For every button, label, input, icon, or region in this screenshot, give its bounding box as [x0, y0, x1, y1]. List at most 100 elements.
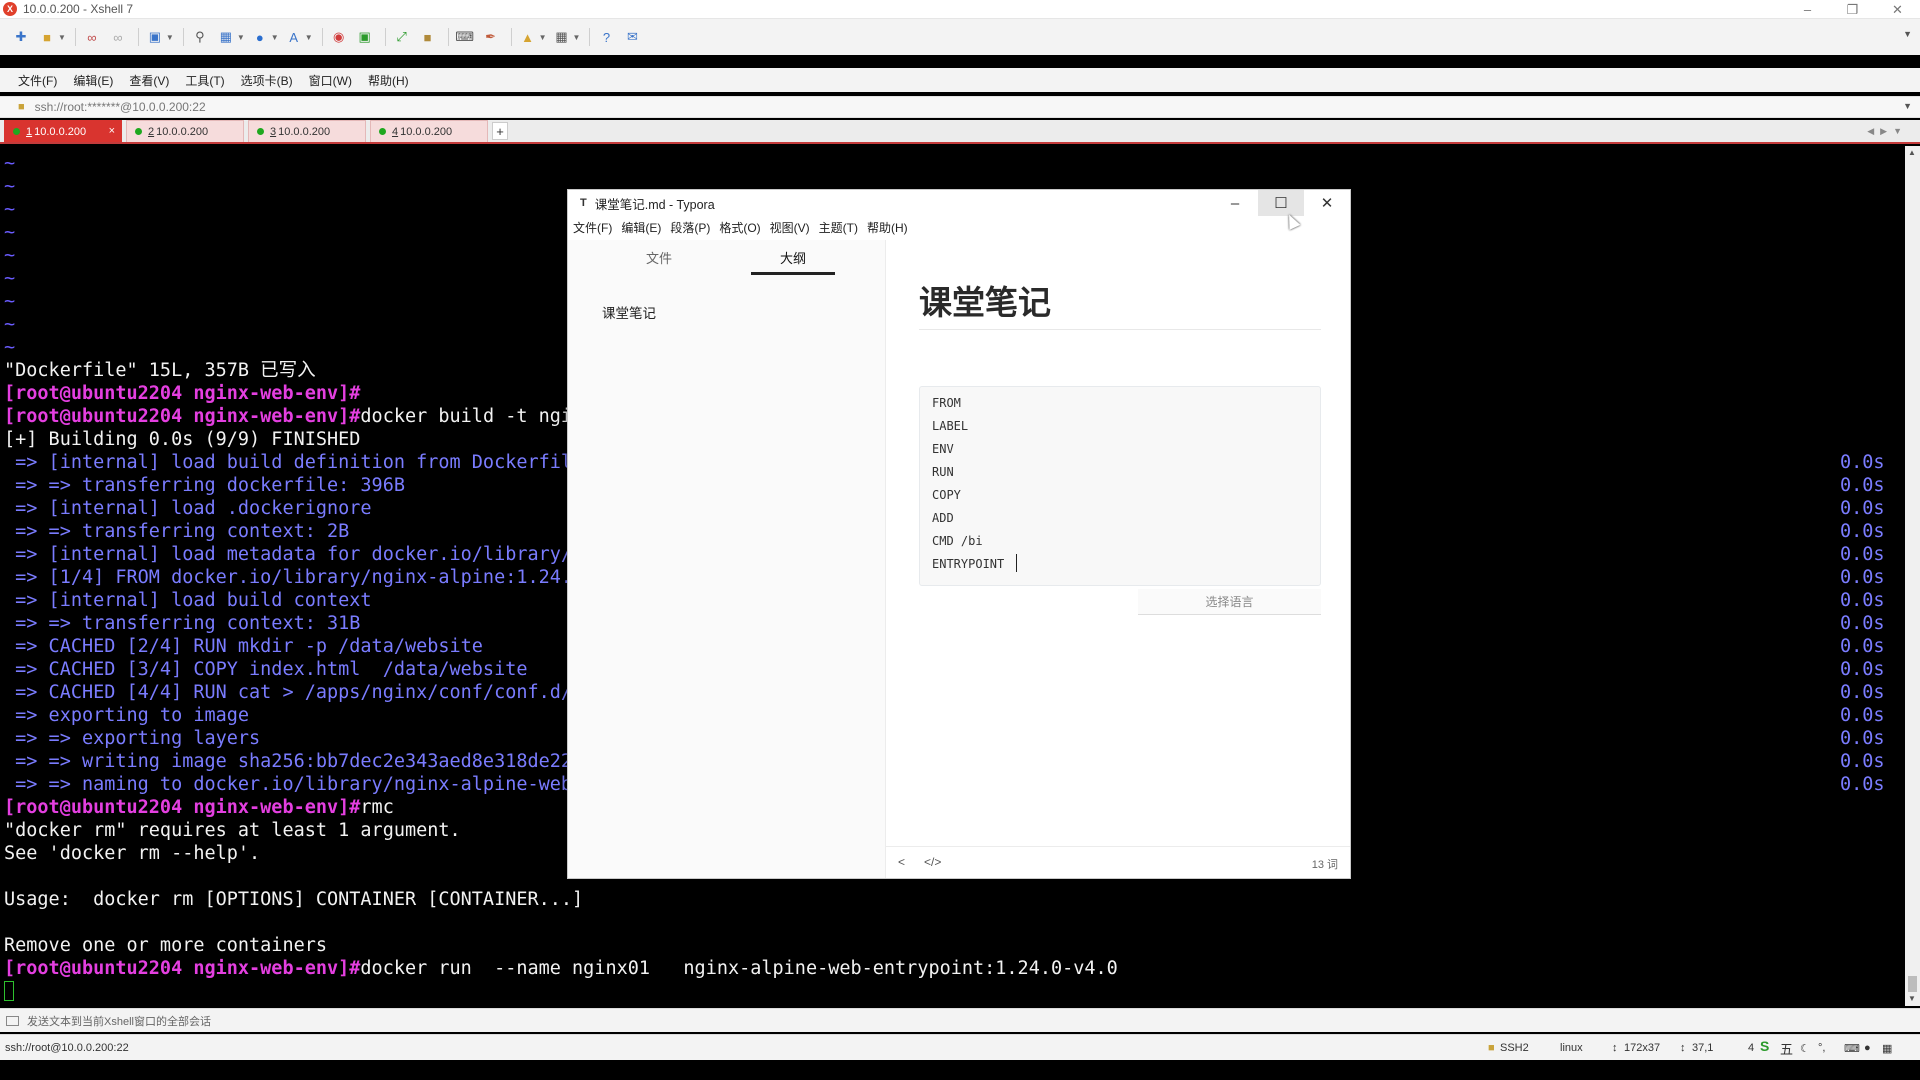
- typora-menu-file[interactable]: 文件(F): [573, 219, 612, 236]
- ime-s-icon[interactable]: S: [1760, 1038, 1769, 1054]
- help-icon[interactable]: ?: [595, 26, 617, 48]
- menu-file[interactable]: 文件(F): [18, 72, 57, 89]
- session-tab-3[interactable]: 3 10.0.0.200: [248, 120, 366, 142]
- lock-icon: ■: [1488, 1042, 1495, 1054]
- menu-window[interactable]: 窗口(W): [309, 72, 352, 89]
- step-time: 0.0s: [1840, 705, 1885, 726]
- address-bar[interactable]: ■ ssh://root:*******@10.0.0.200:22 ▼: [0, 96, 1920, 118]
- chevron-down-icon[interactable]: ▼: [237, 33, 245, 42]
- send-to-all-bar[interactable]: 发送文本到当前Xshell窗口的全部会话: [0, 1008, 1920, 1032]
- screenshot-icon[interactable]: ▣: [354, 26, 376, 48]
- ime-moon-icon[interactable]: ☾: [1800, 1042, 1810, 1055]
- close-icon[interactable]: ✕: [1304, 190, 1350, 216]
- ime-user-icon[interactable]: ●: [1864, 1042, 1871, 1054]
- send-window-icon: [6, 1015, 19, 1026]
- font-icon[interactable]: A: [283, 26, 305, 48]
- chevron-down-icon[interactable]: ▼: [305, 33, 313, 42]
- keyboard-icon[interactable]: ⌨: [454, 26, 476, 48]
- toggle-sidebar-icon[interactable]: <: [898, 855, 905, 869]
- xftp-icon[interactable]: ◉: [328, 26, 350, 48]
- tab-layout-icon[interactable]: ▦: [551, 26, 573, 48]
- shell-prompt: [root@ubuntu2204 nginx-web-env]#: [4, 797, 361, 818]
- fullscreen-icon[interactable]: ⤢: [391, 26, 413, 48]
- menu-tools[interactable]: 工具(T): [185, 72, 224, 89]
- minimize-icon[interactable]: –: [1212, 190, 1258, 216]
- menu-help[interactable]: 帮助(H): [368, 72, 409, 89]
- ime-punct-icon[interactable]: °,: [1818, 1042, 1825, 1054]
- tab-files[interactable]: 文件: [646, 248, 672, 267]
- source-mode-icon[interactable]: </>: [924, 855, 941, 869]
- terminal-scrollbar[interactable]: ▲ ▼: [1905, 146, 1920, 1006]
- shell-prompt: [root@ubuntu2204 nginx-web-env]#: [4, 406, 361, 427]
- build-step: => [internal] load metadata for docker.i…: [4, 544, 573, 565]
- shell-prompt: [root@ubuntu2204 nginx-web-env]#: [4, 958, 361, 979]
- chat-icon[interactable]: ✉: [621, 26, 643, 48]
- find-icon[interactable]: ⚲: [189, 26, 211, 48]
- typora-menu-format[interactable]: 格式(O): [719, 219, 760, 236]
- typora-menu-help[interactable]: 帮助(H): [867, 219, 908, 236]
- scroll-up-icon[interactable]: ▲: [1908, 148, 1916, 157]
- menu-tabs[interactable]: 选项卡(B): [241, 72, 293, 89]
- session-tab-2[interactable]: 2 10.0.0.200: [126, 120, 244, 142]
- code-block[interactable]: FROM LABEL ENV RUN COPY ADD CMD /bi ENTR…: [919, 386, 1321, 586]
- ime-grid-icon[interactable]: ▦: [1882, 1042, 1892, 1055]
- open-folder-icon[interactable]: ■: [36, 26, 58, 48]
- word-count[interactable]: 13 词: [1312, 856, 1338, 872]
- terminal-cursor: [4, 981, 14, 1001]
- step-time: 0.0s: [1840, 544, 1885, 565]
- typora-title: 课堂笔记.md - Typora: [594, 197, 715, 212]
- language-select[interactable]: 选择语言: [1138, 589, 1321, 615]
- menu-edit[interactable]: 编辑(E): [73, 72, 113, 89]
- layout-icon[interactable]: ▦: [215, 26, 237, 48]
- tab-outline[interactable]: 大纲: [780, 248, 806, 267]
- menu-view[interactable]: 查看(V): [129, 72, 169, 89]
- description-line: Remove one or more containers: [4, 935, 328, 956]
- scroll-down-icon[interactable]: ▼: [1908, 994, 1916, 1003]
- maximize-icon[interactable]: ☐: [1258, 190, 1304, 216]
- command-text: docker build -t ngi: [360, 406, 573, 427]
- new-session-icon[interactable]: ✚: [10, 26, 32, 48]
- ime-keyboard-icon[interactable]: ⌨: [1844, 1042, 1860, 1055]
- toolbar-overflow-icon[interactable]: ▼: [1903, 29, 1912, 39]
- scrollbar-thumb[interactable]: [1908, 976, 1917, 992]
- connected-dot-icon: [135, 128, 142, 135]
- restore-icon[interactable]: ❐: [1830, 0, 1875, 19]
- session-tab-4[interactable]: 4 10.0.0.200: [370, 120, 488, 142]
- chevron-down-icon[interactable]: ▼: [271, 33, 279, 42]
- tab-scroll-arrows-icon[interactable]: ◀▶▼: [1867, 126, 1908, 137]
- minimize-icon[interactable]: –: [1785, 0, 1830, 19]
- chevron-down-icon[interactable]: ▼: [539, 33, 547, 42]
- script-icon[interactable]: ✒: [480, 26, 502, 48]
- chevron-down-icon[interactable]: ▼: [166, 33, 174, 42]
- add-tab-button[interactable]: +: [492, 122, 508, 140]
- editor-area[interactable]: 课堂笔记 FROM LABEL ENV RUN COPY ADD CMD /bi…: [886, 240, 1350, 836]
- outline-item[interactable]: 课堂笔记: [602, 302, 656, 322]
- transfer-icon[interactable]: ▲: [517, 26, 539, 48]
- connect-icon[interactable]: ∞: [81, 26, 103, 48]
- build-step: => CACHED [2/4] RUN mkdir -p /data/websi…: [4, 636, 483, 657]
- close-icon[interactable]: ✕: [1875, 0, 1920, 19]
- session-tab-1[interactable]: 1 10.0.0.200 ×: [4, 120, 122, 142]
- toolbar-separator: [384, 28, 386, 46]
- typora-menu-edit[interactable]: 编辑(E): [621, 219, 661, 236]
- close-tab-icon[interactable]: ×: [109, 125, 115, 137]
- typora-menu-paragraph[interactable]: 段落(P): [670, 219, 710, 236]
- chevron-down-icon[interactable]: ▼: [58, 33, 66, 42]
- typora-menu-view[interactable]: 视图(V): [770, 219, 810, 236]
- xshell-logo-icon: X: [3, 2, 17, 16]
- properties-icon[interactable]: ▣: [144, 26, 166, 48]
- chevron-down-icon[interactable]: ▼: [573, 33, 581, 42]
- typora-menu-theme[interactable]: 主题(T): [819, 219, 858, 236]
- ime-wubi-icon[interactable]: 五: [1780, 1039, 1793, 1058]
- document-heading[interactable]: 课堂笔记: [919, 276, 1051, 324]
- disconnect-icon[interactable]: ∞: [107, 26, 129, 48]
- step-time: 0.0s: [1840, 774, 1885, 795]
- chevron-down-icon[interactable]: ▼: [1903, 101, 1912, 111]
- command-text: rmc: [360, 797, 394, 818]
- typora-sidebar: 文件 大纲 课堂笔记: [568, 240, 886, 878]
- window-title: 10.0.0.200 - Xshell 7: [23, 2, 134, 16]
- lock-icon[interactable]: ■: [417, 26, 439, 48]
- globe-icon[interactable]: ●: [249, 26, 271, 48]
- step-time: 0.0s: [1840, 590, 1885, 611]
- empty-line-tilde: ~: [4, 291, 16, 312]
